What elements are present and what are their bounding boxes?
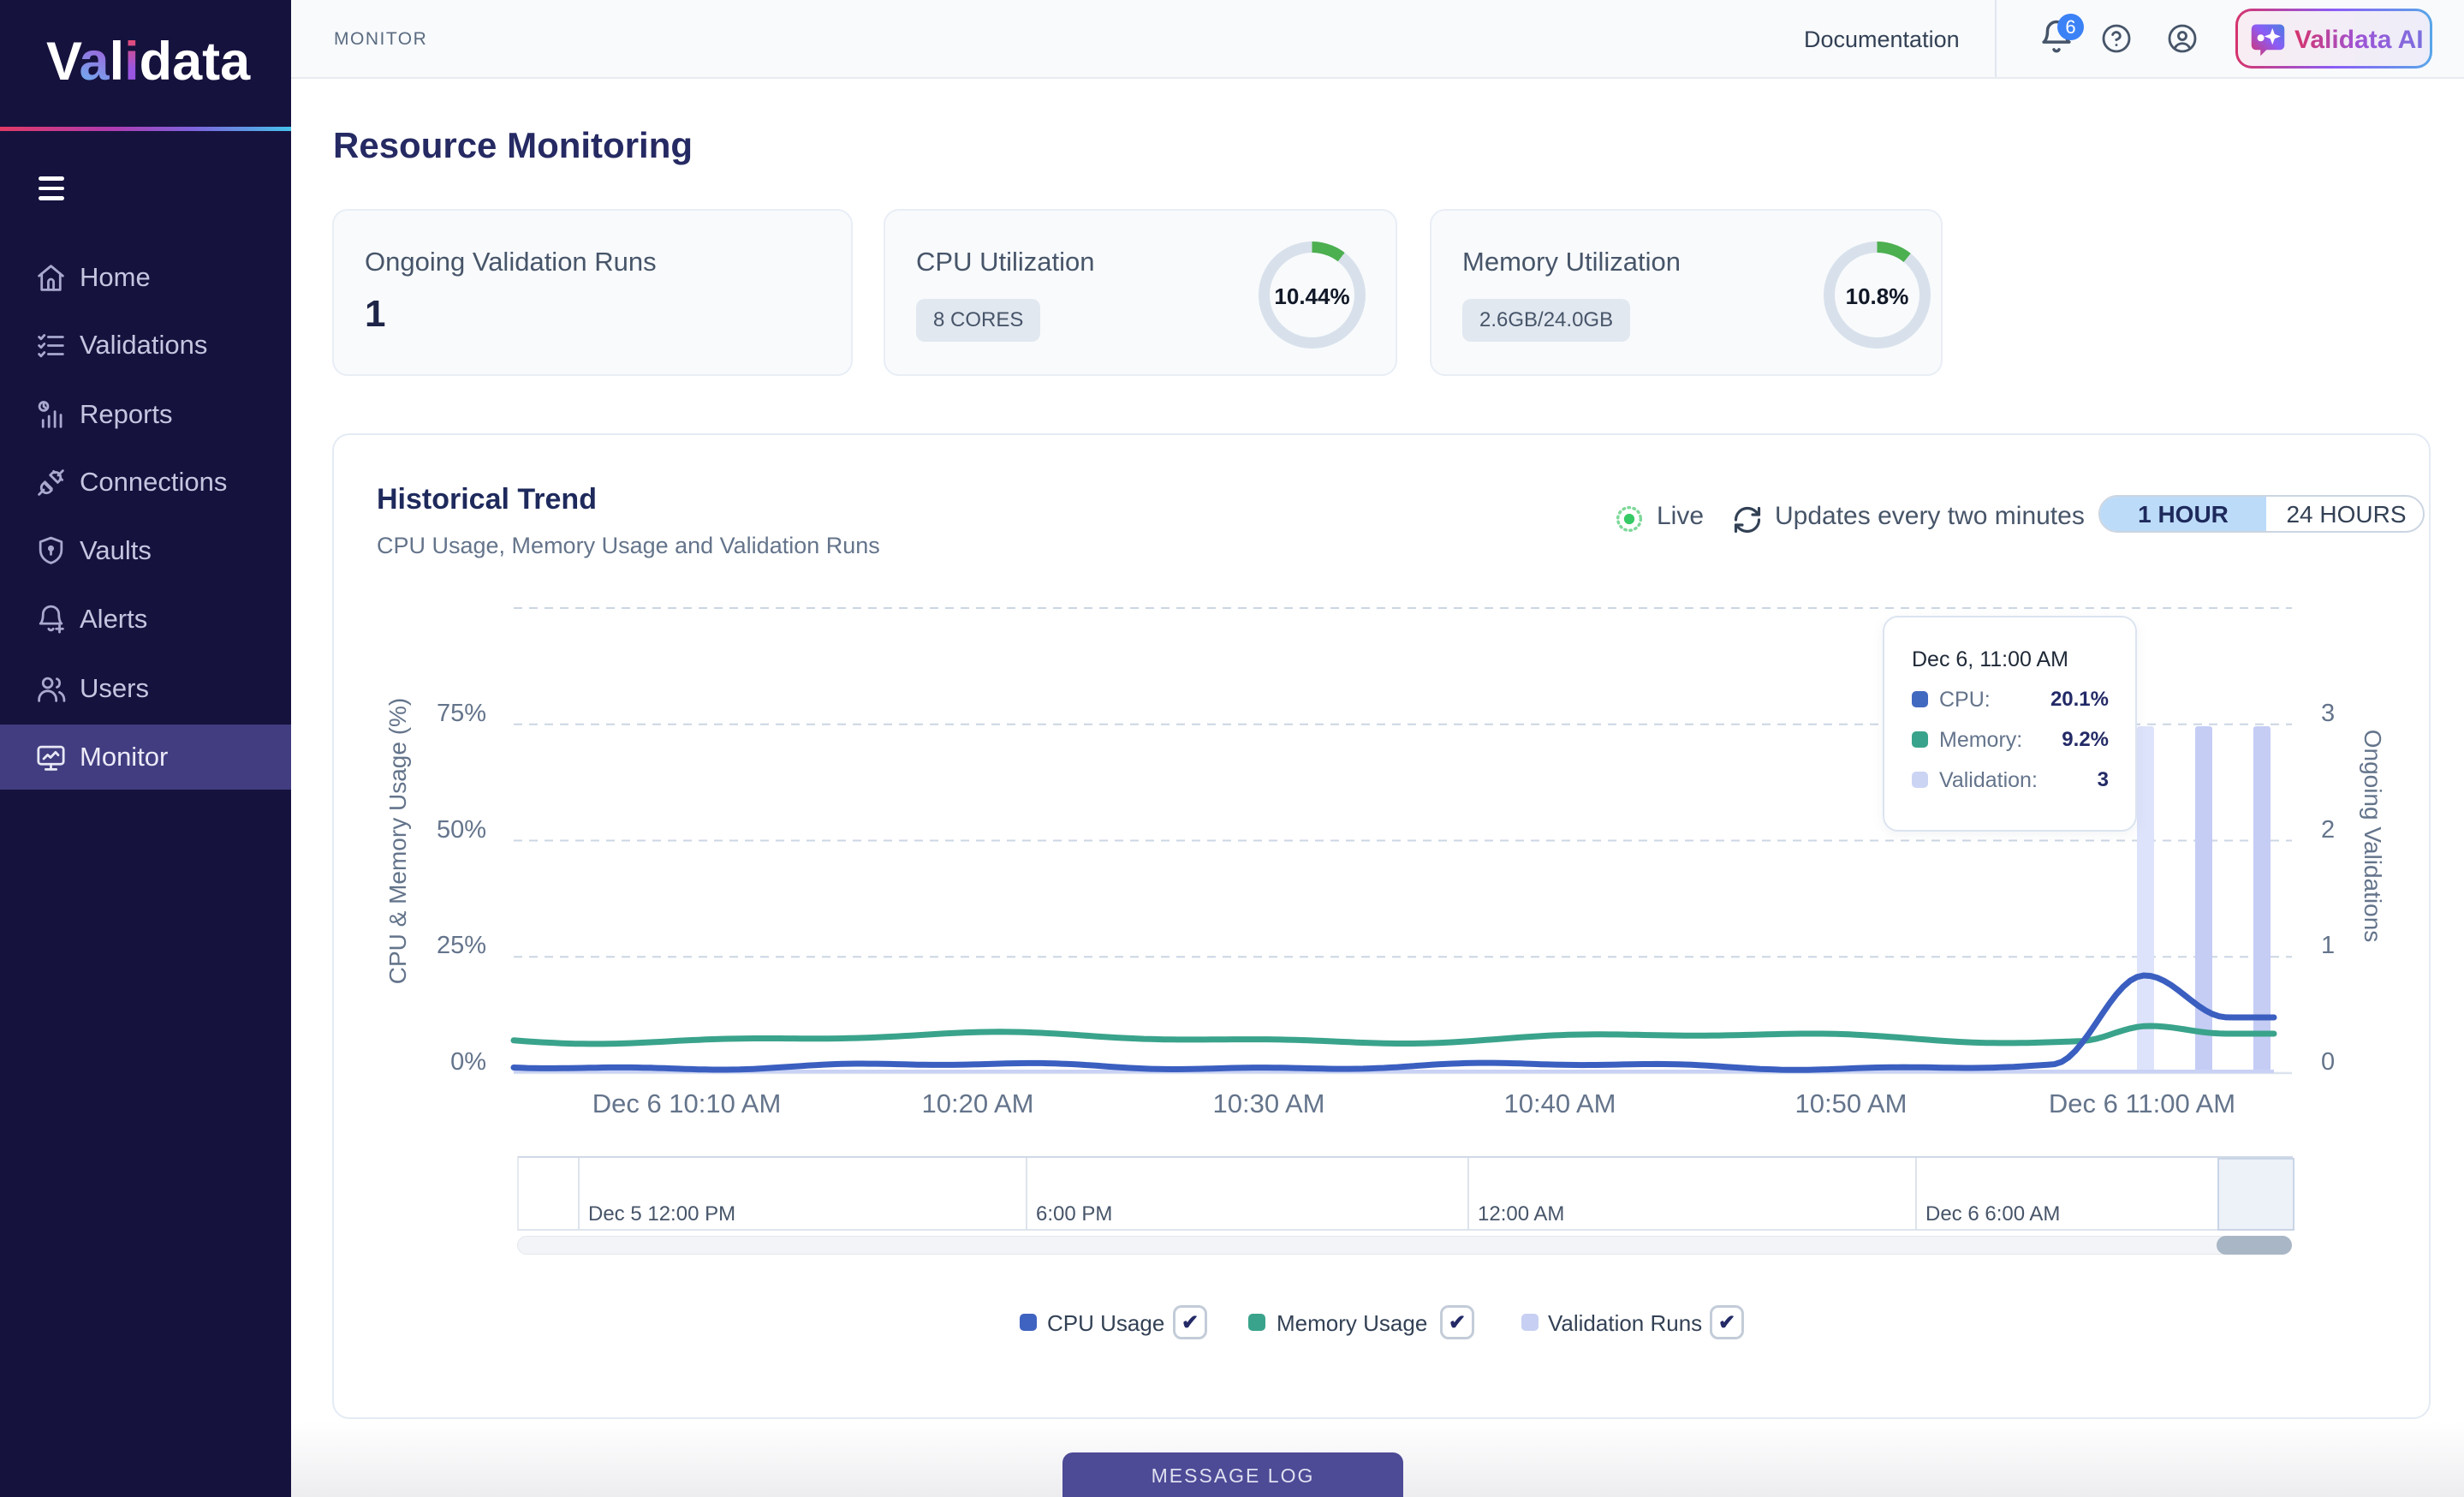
svg-text:Dec 6 10:10 AM: Dec 6 10:10 AM (592, 1088, 782, 1118)
svg-text:10:40 AM: 10:40 AM (1504, 1088, 1616, 1118)
svg-text:Ongoing Validations: Ongoing Validations (2360, 730, 2386, 943)
svg-text:CPU & Memory Usage (%): CPU & Memory Usage (%) (384, 698, 411, 985)
svg-text:50%: 50% (437, 816, 486, 844)
svg-text:10:50 AM: 10:50 AM (1795, 1088, 1908, 1118)
svg-text:3: 3 (2321, 700, 2335, 727)
svg-text:75%: 75% (437, 700, 486, 727)
svg-text:0: 0 (2321, 1048, 2335, 1076)
svg-text:1: 1 (2321, 932, 2335, 959)
svg-text:25%: 25% (437, 932, 486, 959)
svg-text:10:20 AM: 10:20 AM (922, 1088, 1034, 1118)
svg-text:0%: 0% (450, 1048, 486, 1076)
svg-text:2: 2 (2321, 816, 2335, 844)
svg-text:Dec 6 11:00 AM: Dec 6 11:00 AM (2049, 1088, 2235, 1118)
svg-text:10:30 AM: 10:30 AM (1213, 1088, 1325, 1118)
